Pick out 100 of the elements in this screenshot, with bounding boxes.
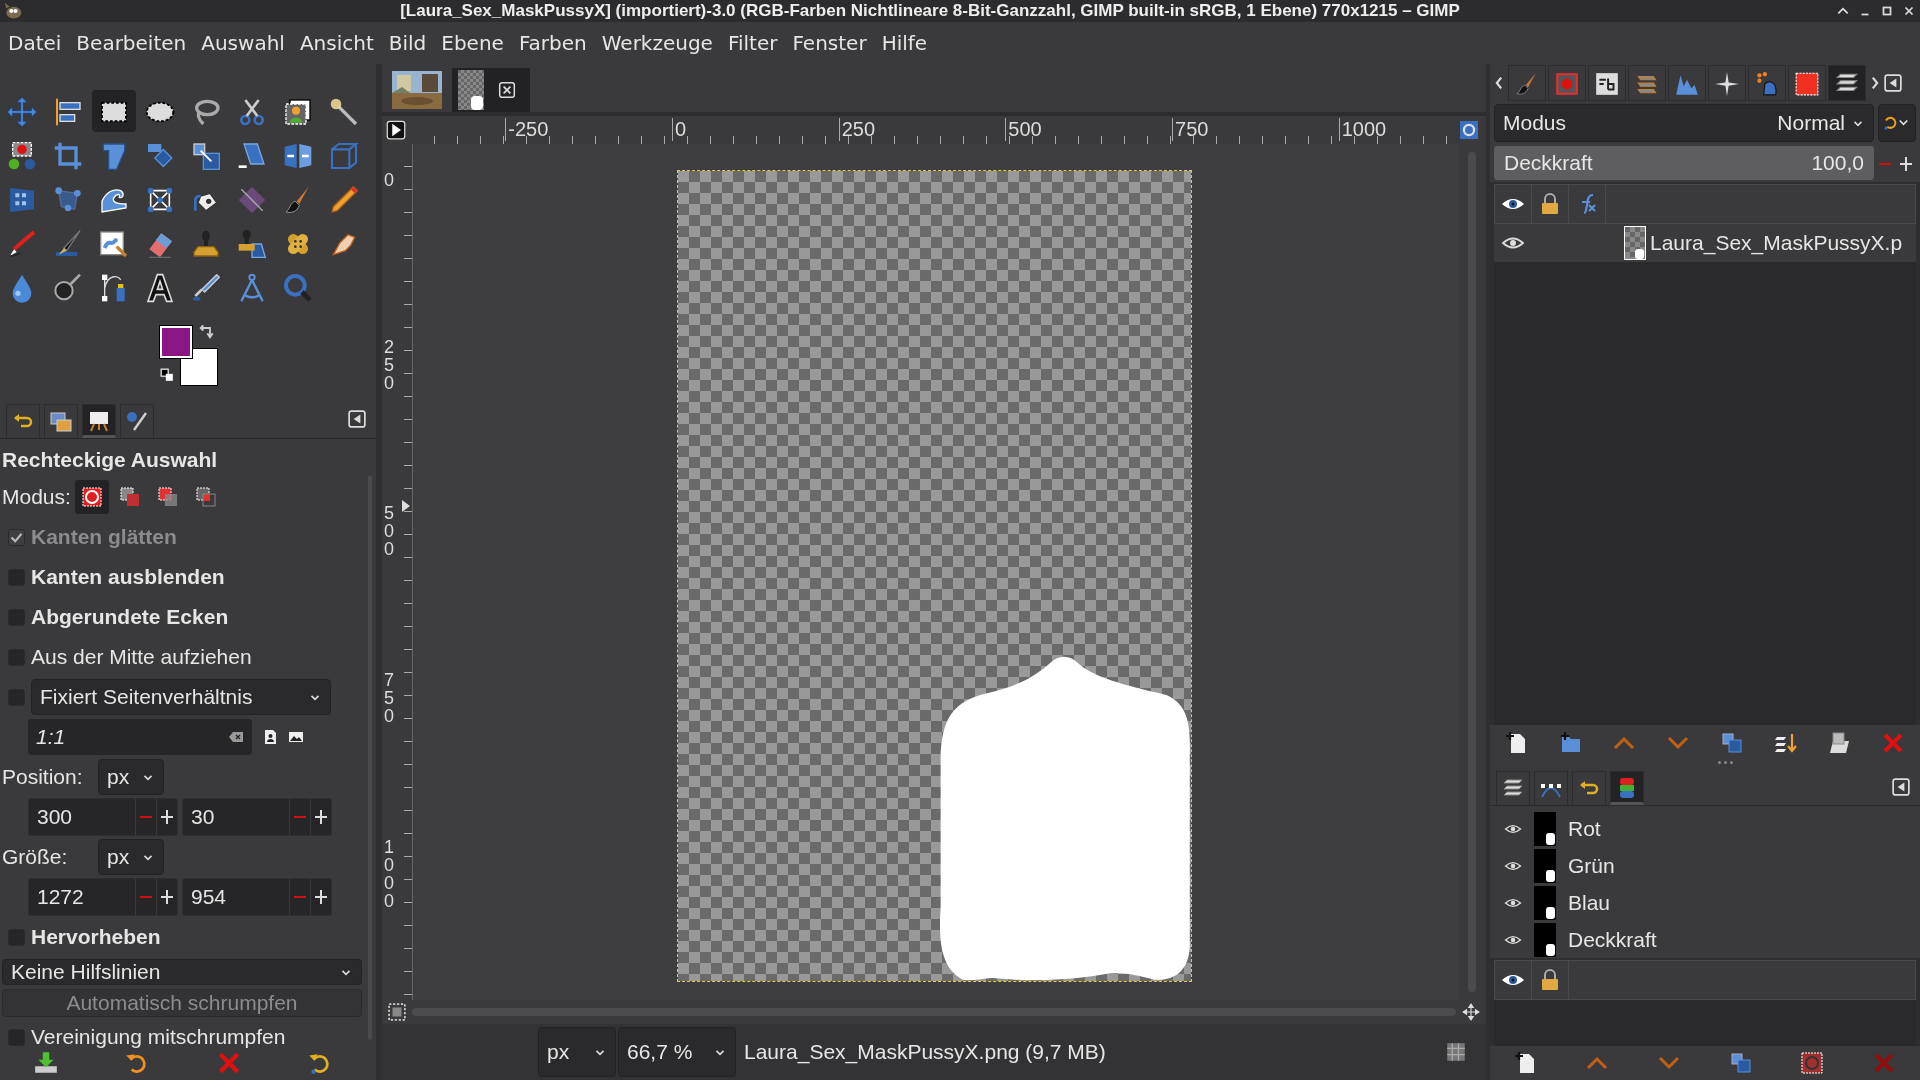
opacity-slider[interactable]: Deckkraft 100,0 (1494, 146, 1874, 180)
panel-menu-icon[interactable] (1884, 74, 1902, 92)
cube-icon (328, 140, 360, 172)
menu-item[interactable]: Ansicht (293, 31, 383, 55)
save-tray-icon[interactable] (32, 1050, 59, 1076)
landscape-icon[interactable] (288, 729, 304, 745)
position-x-spinbox[interactable]: 300 (28, 798, 178, 836)
menu-item[interactable]: Fenster (786, 31, 876, 55)
swap-arrows-icon[interactable] (198, 324, 214, 340)
position-y-spinbox[interactable]: 30 (182, 798, 332, 836)
menu-item[interactable]: Farben (512, 31, 596, 55)
width-spinbox[interactable]: 1272 (28, 878, 178, 916)
paintbrush-tab[interactable] (1508, 65, 1546, 101)
channel-row[interactable]: Deckkraft (1494, 921, 1916, 958)
scale-icon (190, 140, 222, 172)
unit-dropdown[interactable]: px (538, 1027, 616, 1077)
channel-name: Deckkraft (1568, 927, 1657, 952)
clear-icon[interactable] (228, 731, 244, 743)
info-pen-tab[interactable] (120, 404, 154, 438)
layers-tab[interactable] (1828, 65, 1866, 101)
menu-item[interactable]: Ebene (435, 31, 513, 55)
rectangle-select-tool-button[interactable] (92, 90, 136, 132)
images-tab[interactable] (44, 404, 78, 438)
channel-row[interactable]: Grün (1494, 847, 1916, 884)
unit-dropdown[interactable]: px (98, 839, 164, 875)
selection-toggle-icon[interactable] (388, 1003, 406, 1021)
menu-item[interactable]: Bearbeiten (70, 31, 196, 55)
easel-tab[interactable] (82, 404, 116, 438)
dots-shape-tab[interactable] (1748, 65, 1786, 101)
selection-mode-button[interactable] (74, 480, 109, 514)
undo-arrows-tab[interactable] (1572, 771, 1606, 805)
checkbox-label: Aus der Mitte aufziehen (31, 645, 252, 669)
ruler-label: -250 (505, 117, 549, 141)
ratio-field[interactable]: 1:1 (28, 719, 252, 755)
position-label: Position: (2, 765, 84, 789)
selection-mode-icon (155, 485, 180, 509)
menu-item[interactable]: Werkzeuge (595, 31, 722, 55)
selection-dot-tab[interactable] (1548, 65, 1586, 101)
histogram-tab[interactable] (1668, 65, 1706, 101)
selection-mode-icon (117, 485, 142, 509)
layer-mode-dropdown[interactable]: Modus Normal (1494, 104, 1874, 142)
sparkle-tab[interactable] (1708, 65, 1746, 101)
mask-thumbnail (458, 70, 484, 110)
menu-item[interactable]: Hilfe (875, 31, 937, 55)
portrait-icon[interactable] (262, 729, 278, 745)
quick-mask-icon[interactable] (1460, 121, 1478, 139)
circle-selection-icon[interactable] (1800, 1051, 1825, 1075)
stacked-sheets-tab[interactable] (1628, 65, 1666, 101)
close-icon[interactable] (498, 81, 516, 99)
merge-down-icon[interactable] (1773, 731, 1798, 755)
dots-shape-icon (1754, 71, 1780, 97)
channel-row[interactable]: Rot (1494, 810, 1916, 847)
panel-menu-icon[interactable] (1892, 778, 1910, 796)
navigate-icon[interactable] (1462, 1003, 1480, 1021)
ruler-label: 250 (838, 117, 876, 141)
color-cylinder-tab[interactable] (1610, 771, 1644, 805)
menu-item[interactable]: Bild (382, 31, 436, 55)
new-folder-icon[interactable] (1558, 731, 1583, 755)
undo-arrows-tab[interactable] (6, 404, 40, 438)
close-icon[interactable] (1902, 4, 1916, 18)
image-tab[interactable] (452, 68, 530, 112)
unit-dropdown[interactable]: px (98, 759, 164, 795)
foreground-color-swatch[interactable] (160, 326, 192, 358)
tool-options-title: Rechteckige Auswahl (2, 447, 219, 473)
menu-item[interactable]: Filter (721, 31, 787, 55)
height-spinbox[interactable]: 954 (182, 878, 332, 916)
layer-row[interactable]: Laura_Sex_MaskPussyX.p (1494, 224, 1916, 262)
mask-icon[interactable] (1827, 731, 1852, 755)
images-icon (49, 409, 73, 434)
maximize-icon[interactable] (1880, 4, 1894, 18)
checkbox-label: Kanten ausblenden (31, 565, 225, 589)
default-colors-icon[interactable] (160, 368, 174, 382)
text-box-tab[interactable] (1588, 65, 1626, 101)
crop-icon (52, 140, 84, 172)
zoom-icon (282, 272, 314, 304)
layers-tab[interactable] (1496, 771, 1530, 805)
layer-name: Laura_Sex_MaskPussyX.p (1650, 231, 1903, 255)
channel-thumbnail (1534, 848, 1556, 883)
mode-label: Modus: (2, 485, 71, 509)
guides-dropdown[interactable]: Keine Hilfslinien (2, 959, 362, 985)
ruler-label: 0 (384, 171, 395, 189)
channel-name: Grün (1568, 853, 1615, 878)
aspect-dropdown[interactable]: Fixiert Seitenverhältnis (31, 679, 331, 715)
duplicate-icon[interactable] (1728, 1051, 1753, 1075)
menu-item[interactable]: Datei (2, 31, 71, 55)
size-label: Größe: (2, 845, 69, 869)
perspective-stamp-icon (236, 228, 268, 260)
channel-row[interactable]: Blau (1494, 884, 1916, 921)
menu-item[interactable]: Auswahl (195, 31, 294, 55)
document-grid-icon[interactable] (1446, 1042, 1466, 1062)
duplicate-icon[interactable] (1719, 731, 1744, 755)
path-nodes-tab[interactable] (1534, 771, 1568, 805)
channel-thumbnail (1534, 885, 1556, 920)
zoom-dropdown[interactable]: 66,7 % (618, 1027, 736, 1077)
composite-dropdown[interactable] (1878, 104, 1916, 142)
panel-menu-icon[interactable] (348, 410, 366, 428)
ruler-label: 500 (1005, 117, 1042, 141)
move-icon (6, 96, 38, 128)
channel-name: Rot (1568, 816, 1601, 841)
square-tab[interactable] (1788, 65, 1826, 101)
